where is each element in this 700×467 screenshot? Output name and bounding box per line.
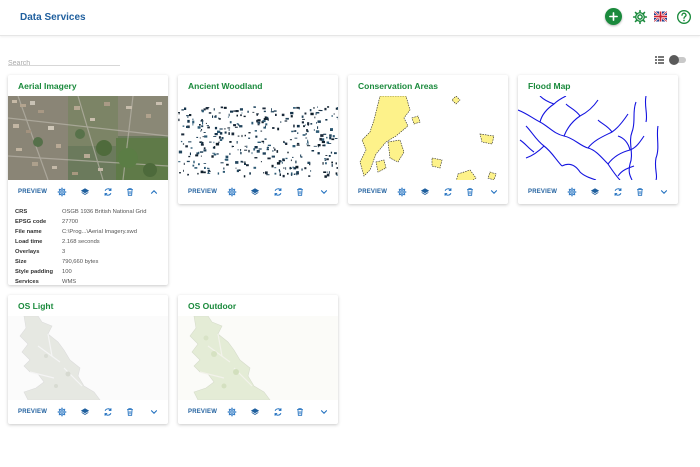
layers-icon[interactable] (80, 407, 90, 417)
detail-value: 27700 (62, 219, 79, 225)
detail-value: C:\Prog...\Aerial Imagery.swd (62, 229, 137, 235)
gear-icon[interactable] (397, 187, 407, 197)
detail-row: EPSG code 27700 (15, 217, 165, 227)
refresh-icon[interactable] (443, 187, 453, 197)
card-title: Ancient Woodland (188, 81, 263, 91)
detail-key: Size (15, 259, 27, 265)
conservation-areas-thumbnail[interactable] (348, 96, 508, 180)
trash-icon[interactable] (125, 407, 135, 417)
detail-key: Services (15, 279, 39, 285)
refresh-icon[interactable] (103, 187, 113, 197)
service-card-ancient-woodland: Ancient Woodland PREVIEW (178, 75, 338, 204)
flood-map-thumbnail[interactable] (518, 96, 678, 180)
layers-icon[interactable] (80, 187, 90, 197)
refresh-icon[interactable] (613, 187, 623, 197)
detail-value: 2.168 seconds (62, 239, 100, 245)
detail-key: File name (15, 229, 42, 235)
detail-row: CRS OSGB 1936 British National Grid (15, 207, 165, 217)
gear-icon[interactable] (227, 407, 237, 417)
trash-icon[interactable] (635, 187, 645, 197)
search-field[interactable] (8, 52, 120, 67)
detail-value: WMS (62, 279, 77, 285)
service-card-os-outdoor: OS Outdoor PREVIEW (178, 295, 338, 424)
search-input[interactable] (8, 60, 120, 67)
list-icon[interactable] (655, 56, 664, 64)
detail-value: 790,660 bytes (62, 259, 99, 265)
trash-icon[interactable] (295, 187, 305, 197)
card-title: OS Light (18, 301, 54, 311)
aerial-imagery-thumbnail[interactable] (8, 96, 168, 180)
chevron-down-icon[interactable] (659, 187, 669, 197)
preview-button[interactable]: PREVIEW (188, 189, 217, 195)
detail-key: Style padding (15, 269, 54, 275)
chevron-down-icon[interactable] (489, 187, 499, 197)
card-title: Conservation Areas (358, 81, 438, 91)
card-title: Flood Map (528, 81, 571, 91)
detail-value: 100 (62, 269, 72, 275)
gear-icon[interactable] (227, 187, 237, 197)
chevron-down-icon[interactable] (319, 187, 329, 197)
detail-value: OSGB 1936 British National Grid (62, 209, 147, 215)
preview-button[interactable]: PREVIEW (18, 409, 47, 415)
card-actions: PREVIEW (178, 400, 338, 424)
layers-icon[interactable] (250, 407, 260, 417)
service-card-conservation-areas: Conservation Areas PREVIEW (348, 75, 508, 204)
card-title: OS Outdoor (188, 301, 237, 311)
detail-key: CRS (15, 209, 28, 215)
uk-flag-icon[interactable] (654, 11, 667, 22)
detail-row: Load time 2.168 seconds (15, 237, 165, 247)
preview-button[interactable]: PREVIEW (188, 409, 217, 415)
service-details: CRS OSGB 1936 British National Grid EPSG … (15, 207, 165, 285)
card-actions: PREVIEW (518, 180, 678, 204)
service-card-flood-map: Flood Map PREVIEW (518, 75, 678, 204)
preview-button[interactable]: PREVIEW (18, 189, 47, 195)
trash-icon[interactable] (295, 407, 305, 417)
toggle-knob (669, 55, 679, 65)
detail-row: Services WMS (15, 277, 165, 285)
detail-key: EPSG code (15, 219, 47, 225)
chevron-up-icon[interactable] (149, 187, 159, 197)
trash-icon[interactable] (125, 187, 135, 197)
os-outdoor-thumbnail[interactable] (178, 316, 338, 400)
layers-icon[interactable] (250, 187, 260, 197)
detail-key: Overlays (15, 249, 40, 255)
card-actions: PREVIEW (8, 180, 168, 204)
plus-icon (609, 12, 618, 21)
detail-value: 3 (62, 249, 66, 255)
card-actions: PREVIEW (178, 180, 338, 204)
gear-icon[interactable] (567, 187, 577, 197)
card-actions: PREVIEW (348, 180, 508, 204)
top-bar: Data Services (0, 0, 700, 36)
preview-button[interactable]: PREVIEW (528, 189, 557, 195)
view-toggle[interactable] (669, 55, 686, 65)
refresh-icon[interactable] (273, 407, 283, 417)
detail-key: Load time (15, 239, 43, 245)
refresh-icon[interactable] (273, 187, 283, 197)
detail-row: Overlays 3 (15, 247, 165, 257)
add-button[interactable] (605, 8, 622, 25)
ancient-woodland-thumbnail[interactable] (178, 96, 338, 180)
gear-icon[interactable] (57, 407, 67, 417)
refresh-icon[interactable] (103, 407, 113, 417)
app-title: Data Services (20, 12, 86, 23)
chevron-down-icon[interactable] (149, 407, 159, 417)
detail-row: File name C:\Prog...\Aerial Imagery.swd (15, 227, 165, 237)
detail-row: Style padding 100 (15, 267, 165, 277)
service-card-os-light: OS Light PREVIEW (8, 295, 168, 424)
gear-icon[interactable] (57, 187, 67, 197)
layers-icon[interactable] (590, 187, 600, 197)
help-icon[interactable] (676, 9, 692, 25)
preview-button[interactable]: PREVIEW (358, 189, 387, 195)
gear-icon[interactable] (632, 9, 648, 25)
chevron-down-icon[interactable] (319, 407, 329, 417)
layers-icon[interactable] (420, 187, 430, 197)
service-card-aerial-imagery: Aerial Imagery PREVIEW CRS OSGB 1936 Bri… (8, 75, 168, 285)
detail-row: Size 790,660 bytes (15, 257, 165, 267)
trash-icon[interactable] (465, 187, 475, 197)
card-actions: PREVIEW (8, 400, 168, 424)
os-light-thumbnail[interactable] (8, 316, 168, 400)
card-title: Aerial Imagery (18, 81, 77, 91)
